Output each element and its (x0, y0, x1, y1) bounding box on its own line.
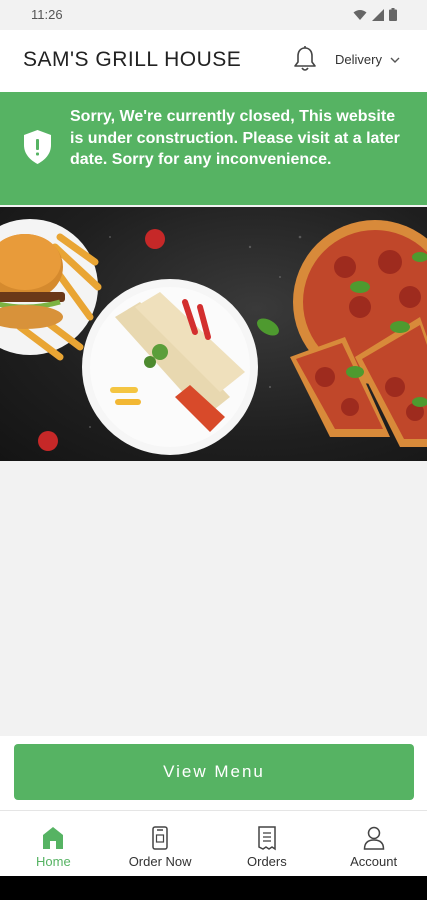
phone-icon (152, 826, 168, 850)
nav-label-home: Home (36, 854, 71, 869)
nav-label-order-now: Order Now (128, 854, 192, 869)
user-icon (363, 826, 384, 850)
chevron-down-icon (390, 57, 400, 63)
receipt-icon (258, 826, 276, 851)
nav-item-account[interactable]: Account (320, 811, 427, 876)
closed-message: Sorry, We're currently closed, This webs… (70, 108, 400, 168)
closed-banner: Sorry, We're currently closed, This webs… (0, 92, 427, 205)
status-bar: 11:26 (0, 0, 427, 30)
nav-item-home[interactable]: Home (0, 811, 107, 876)
delivery-mode-label: Delivery (335, 52, 382, 67)
wrap-plate (82, 279, 258, 455)
wifi-icon (353, 9, 367, 20)
hero-food-image (0, 207, 427, 461)
status-icons (353, 8, 397, 21)
system-nav-bar (0, 876, 427, 900)
home-icon (43, 827, 64, 849)
content-area (0, 461, 427, 736)
bottom-nav: Home Order Now Orders Account (0, 810, 427, 876)
nav-label-orders: Orders (247, 854, 287, 869)
app-header: SAM'S GRILL HOUSE Delivery (0, 30, 427, 92)
view-menu-button[interactable]: View Menu (14, 744, 414, 800)
app-title: SAM'S GRILL HOUSE (23, 48, 242, 71)
signal-icon (372, 8, 384, 21)
nav-label-account: Account (350, 854, 398, 869)
shield-alert-icon (24, 130, 51, 164)
status-time: 11:26 (31, 7, 63, 22)
pizza (290, 220, 427, 447)
view-menu-container: View Menu (0, 736, 427, 810)
burger-plate (0, 219, 102, 361)
delivery-mode-select[interactable]: Delivery (335, 52, 400, 67)
bell-icon[interactable] (292, 45, 318, 73)
nav-item-orders[interactable]: Orders (214, 811, 321, 876)
battery-icon (389, 8, 397, 21)
nav-item-order-now[interactable]: Order Now (107, 811, 214, 876)
